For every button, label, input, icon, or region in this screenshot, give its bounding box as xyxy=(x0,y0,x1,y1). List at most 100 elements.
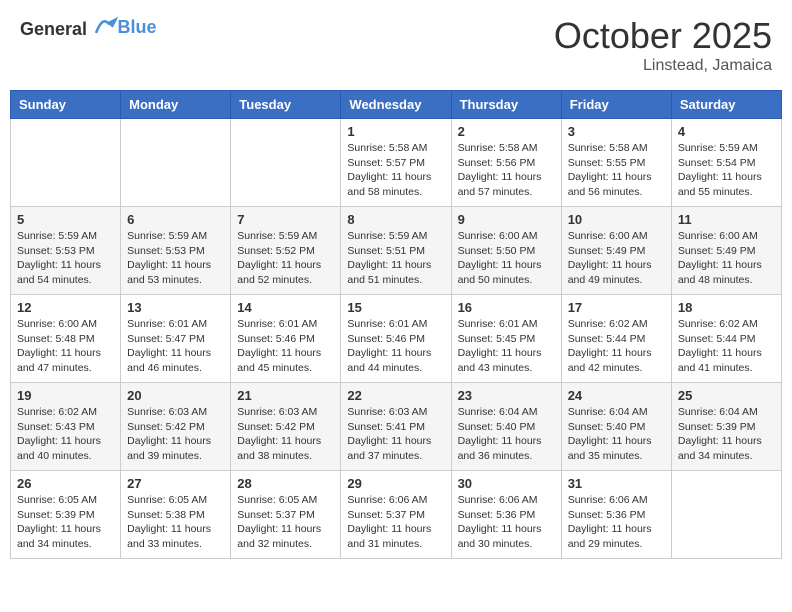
day-info: Sunrise: 6:05 AM Sunset: 5:38 PM Dayligh… xyxy=(127,493,224,552)
day-number: 16 xyxy=(458,300,555,315)
day-info: Sunrise: 6:00 AM Sunset: 5:50 PM Dayligh… xyxy=(458,229,555,288)
day-info: Sunrise: 6:01 AM Sunset: 5:46 PM Dayligh… xyxy=(347,317,444,376)
day-number: 17 xyxy=(568,300,665,315)
day-header-friday: Friday xyxy=(561,91,671,119)
day-info: Sunrise: 5:58 AM Sunset: 5:56 PM Dayligh… xyxy=(458,141,555,200)
day-info: Sunrise: 5:59 AM Sunset: 5:51 PM Dayligh… xyxy=(347,229,444,288)
day-number: 31 xyxy=(568,476,665,491)
logo-general: General xyxy=(20,19,87,39)
calendar-cell: 10 Sunrise: 6:00 AM Sunset: 5:49 PM Dayli… xyxy=(561,207,671,295)
calendar-cell: 22Sunrise: 6:03 AM Sunset: 5:41 PM Dayli… xyxy=(341,383,451,471)
week-row-5: 26 Sunrise: 6:05 AM Sunset: 5:39 PM Dayli… xyxy=(11,471,782,559)
day-info: Sunrise: 6:03 AM Sunset: 5:42 PM Dayligh… xyxy=(127,405,224,464)
day-number: 4 xyxy=(678,124,775,139)
calendar-cell: 13Sunrise: 6:01 AM Sunset: 5:47 PM Dayli… xyxy=(121,295,231,383)
calendar-cell xyxy=(231,119,341,207)
logo-icon xyxy=(94,15,118,35)
day-number: 20 xyxy=(127,388,224,403)
day-info: Sunrise: 5:59 AM Sunset: 5:53 PM Dayligh… xyxy=(127,229,224,288)
day-info: Sunrise: 6:02 AM Sunset: 5:44 PM Dayligh… xyxy=(678,317,775,376)
day-header-saturday: Saturday xyxy=(671,91,781,119)
day-info: Sunrise: 6:00 AM Sunset: 5:49 PM Dayligh… xyxy=(678,229,775,288)
calendar-cell: 30 Sunrise: 6:06 AM Sunset: 5:36 PM Dayli… xyxy=(451,471,561,559)
day-number: 30 xyxy=(458,476,555,491)
calendar-cell: 26 Sunrise: 6:05 AM Sunset: 5:39 PM Dayli… xyxy=(11,471,121,559)
day-header-sunday: Sunday xyxy=(11,91,121,119)
day-number: 28 xyxy=(237,476,334,491)
day-info: Sunrise: 6:03 AM Sunset: 5:42 PM Dayligh… xyxy=(237,405,334,464)
calendar-cell: 23 Sunrise: 6:04 AM Sunset: 5:40 PM Dayli… xyxy=(451,383,561,471)
day-number: 11 xyxy=(678,212,775,227)
title-area: October 2025 Linstead, Jamaica xyxy=(554,15,772,75)
day-number: 25 xyxy=(678,388,775,403)
day-number: 3 xyxy=(568,124,665,139)
calendar-cell: 12 Sunrise: 6:00 AM Sunset: 5:48 PM Dayli… xyxy=(11,295,121,383)
calendar-cell: 16 Sunrise: 6:01 AM Sunset: 5:45 PM Dayli… xyxy=(451,295,561,383)
day-info: Sunrise: 5:59 AM Sunset: 5:53 PM Dayligh… xyxy=(17,229,114,288)
day-number: 9 xyxy=(458,212,555,227)
header: General Blue October 2025 Linstead, Jama… xyxy=(10,10,782,80)
month-title: October 2025 xyxy=(554,15,772,57)
calendar-cell: 8 Sunrise: 5:59 AM Sunset: 5:51 PM Daylig… xyxy=(341,207,451,295)
logo: General Blue xyxy=(20,15,157,40)
calendar-cell xyxy=(671,471,781,559)
day-info: Sunrise: 6:02 AM Sunset: 5:43 PM Dayligh… xyxy=(17,405,114,464)
day-info: Sunrise: 6:04 AM Sunset: 5:39 PM Dayligh… xyxy=(678,405,775,464)
day-info: Sunrise: 6:01 AM Sunset: 5:47 PM Dayligh… xyxy=(127,317,224,376)
day-header-thursday: Thursday xyxy=(451,91,561,119)
header-row: SundayMondayTuesdayWednesdayThursdayFrid… xyxy=(11,91,782,119)
calendar-cell: 31 Sunrise: 6:06 AM Sunset: 5:36 PM Dayli… xyxy=(561,471,671,559)
day-number: 23 xyxy=(458,388,555,403)
day-number: 29 xyxy=(347,476,444,491)
day-info: Sunrise: 6:00 AM Sunset: 5:49 PM Dayligh… xyxy=(568,229,665,288)
day-info: Sunrise: 6:05 AM Sunset: 5:37 PM Dayligh… xyxy=(237,493,334,552)
logo-blue: Blue xyxy=(118,17,157,37)
day-number: 8 xyxy=(347,212,444,227)
calendar-cell xyxy=(11,119,121,207)
day-number: 22 xyxy=(347,388,444,403)
day-info: Sunrise: 5:58 AM Sunset: 5:55 PM Dayligh… xyxy=(568,141,665,200)
day-number: 5 xyxy=(17,212,114,227)
day-info: Sunrise: 6:02 AM Sunset: 5:44 PM Dayligh… xyxy=(568,317,665,376)
calendar-cell: 5 Sunrise: 5:59 AM Sunset: 5:53 PM Daylig… xyxy=(11,207,121,295)
week-row-3: 12 Sunrise: 6:00 AM Sunset: 5:48 PM Dayli… xyxy=(11,295,782,383)
calendar-cell: 27 Sunrise: 6:05 AM Sunset: 5:38 PM Dayli… xyxy=(121,471,231,559)
day-info: Sunrise: 6:04 AM Sunset: 5:40 PM Dayligh… xyxy=(458,405,555,464)
day-info: Sunrise: 6:05 AM Sunset: 5:39 PM Dayligh… xyxy=(17,493,114,552)
calendar-cell: 18Sunrise: 6:02 AM Sunset: 5:44 PM Dayli… xyxy=(671,295,781,383)
day-info: Sunrise: 6:06 AM Sunset: 5:36 PM Dayligh… xyxy=(568,493,665,552)
day-number: 15 xyxy=(347,300,444,315)
calendar-cell: 21Sunrise: 6:03 AM Sunset: 5:42 PM Dayli… xyxy=(231,383,341,471)
day-info: Sunrise: 6:06 AM Sunset: 5:37 PM Dayligh… xyxy=(347,493,444,552)
day-number: 27 xyxy=(127,476,224,491)
day-info: Sunrise: 5:59 AM Sunset: 5:52 PM Dayligh… xyxy=(237,229,334,288)
day-header-wednesday: Wednesday xyxy=(341,91,451,119)
calendar-cell: 11 Sunrise: 6:00 AM Sunset: 5:49 PM Dayli… xyxy=(671,207,781,295)
day-number: 1 xyxy=(347,124,444,139)
day-number: 7 xyxy=(237,212,334,227)
calendar-cell: 9 Sunrise: 6:00 AM Sunset: 5:50 PM Daylig… xyxy=(451,207,561,295)
day-header-tuesday: Tuesday xyxy=(231,91,341,119)
calendar-cell: 1 Sunrise: 5:58 AM Sunset: 5:57 PM Daylig… xyxy=(341,119,451,207)
calendar-cell: 7 Sunrise: 5:59 AM Sunset: 5:52 PM Daylig… xyxy=(231,207,341,295)
calendar-cell: 15 Sunrise: 6:01 AM Sunset: 5:46 PM Dayli… xyxy=(341,295,451,383)
calendar-cell: 14 Sunrise: 6:01 AM Sunset: 5:46 PM Dayli… xyxy=(231,295,341,383)
day-number: 12 xyxy=(17,300,114,315)
day-info: Sunrise: 6:04 AM Sunset: 5:40 PM Dayligh… xyxy=(568,405,665,464)
day-number: 14 xyxy=(237,300,334,315)
day-number: 26 xyxy=(17,476,114,491)
day-info: Sunrise: 5:59 AM Sunset: 5:54 PM Dayligh… xyxy=(678,141,775,200)
day-info: Sunrise: 6:01 AM Sunset: 5:45 PM Dayligh… xyxy=(458,317,555,376)
day-number: 10 xyxy=(568,212,665,227)
day-info: Sunrise: 6:06 AM Sunset: 5:36 PM Dayligh… xyxy=(458,493,555,552)
calendar-cell xyxy=(121,119,231,207)
day-info: Sunrise: 6:00 AM Sunset: 5:48 PM Dayligh… xyxy=(17,317,114,376)
calendar-cell: 19Sunrise: 6:02 AM Sunset: 5:43 PM Dayli… xyxy=(11,383,121,471)
calendar-cell: 20 Sunrise: 6:03 AM Sunset: 5:42 PM Dayli… xyxy=(121,383,231,471)
calendar-cell: 2Sunrise: 5:58 AM Sunset: 5:56 PM Daylig… xyxy=(451,119,561,207)
calendar-cell: 24Sunrise: 6:04 AM Sunset: 5:40 PM Dayli… xyxy=(561,383,671,471)
calendar-cell: 25 Sunrise: 6:04 AM Sunset: 5:39 PM Dayli… xyxy=(671,383,781,471)
day-info: Sunrise: 5:58 AM Sunset: 5:57 PM Dayligh… xyxy=(347,141,444,200)
calendar-cell: 29 Sunrise: 6:06 AM Sunset: 5:37 PM Dayli… xyxy=(341,471,451,559)
day-info: Sunrise: 6:01 AM Sunset: 5:46 PM Dayligh… xyxy=(237,317,334,376)
